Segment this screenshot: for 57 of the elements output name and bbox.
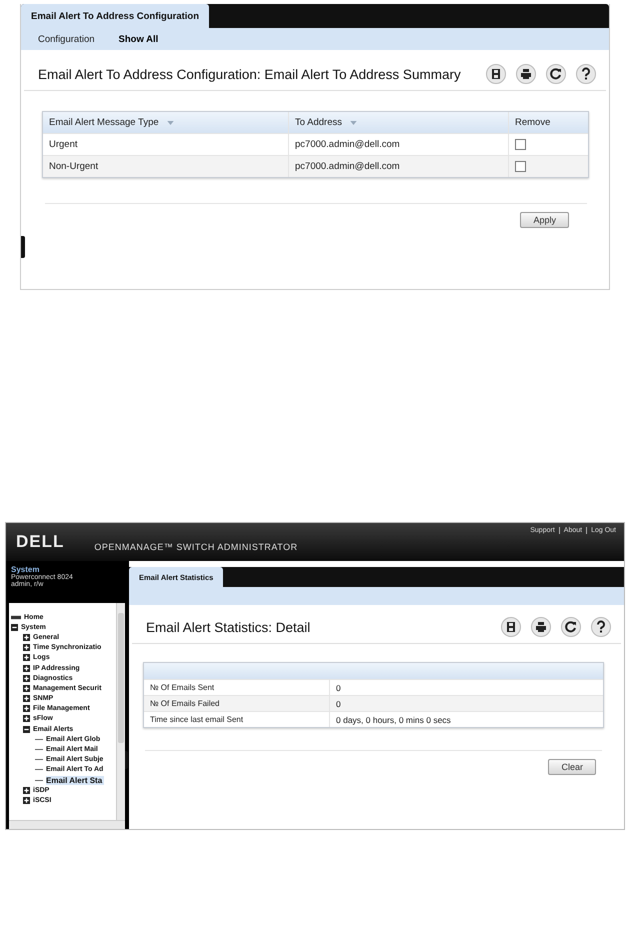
expander-icon[interactable] (23, 664, 30, 672)
expander-icon[interactable] (11, 624, 18, 631)
table-cell: № Of Emails Sent (150, 683, 214, 692)
table-cell: pc7000.admin@dell.com (295, 161, 400, 172)
expander-icon[interactable] (23, 684, 30, 692)
page-heading: Email Alert Statistics: Detail (146, 620, 310, 634)
table-cell: 0 (336, 698, 341, 708)
expander-icon[interactable] (23, 634, 30, 641)
save-icon[interactable] (486, 64, 506, 84)
table-cell: Urgent (49, 139, 78, 150)
vertical-scrollbar[interactable] (116, 603, 125, 821)
remove-checkbox[interactable] (515, 139, 526, 150)
expander-icon[interactable] (23, 674, 30, 682)
column-header[interactable]: Remove (515, 117, 550, 128)
tree-item[interactable]: Email Alert Sta (46, 776, 104, 785)
print-icon[interactable] (531, 617, 551, 637)
table-cell: 0 (336, 682, 341, 692)
tree-connector (35, 749, 43, 750)
apply-button[interactable]: Apply (520, 212, 569, 228)
tree-connector (35, 738, 43, 740)
subnav-link[interactable]: Show All (118, 34, 158, 44)
expander-icon[interactable] (23, 705, 30, 712)
product-name: OPENMANAGE™ SWITCH ADMINISTRATOR (94, 542, 298, 552)
help-icon[interactable] (591, 617, 611, 637)
expander-icon[interactable] (23, 654, 30, 662)
home-icon (11, 614, 21, 620)
print-icon[interactable] (516, 64, 536, 84)
tab[interactable]: Email Alert To Address Configuration (21, 4, 210, 28)
page-heading: Email Alert To Address Configuration: Email Alert To Address Summary (38, 66, 461, 82)
expander-icon[interactable] (23, 796, 30, 804)
expander-icon[interactable] (23, 726, 30, 733)
clear-button[interactable]: Clear (548, 759, 596, 775)
refresh-icon[interactable] (561, 617, 581, 637)
table-cell: 0 days, 0 hours, 0 mins 0 secs (336, 714, 451, 724)
column-header[interactable]: Email Alert Message Type (49, 117, 159, 128)
save-icon[interactable] (501, 617, 521, 637)
column-header[interactable]: To Address (295, 117, 342, 128)
expander-icon[interactable] (23, 715, 30, 722)
horizontal-scrollbar[interactable] (9, 820, 125, 829)
resize-handle[interactable] (21, 236, 25, 258)
logo: DELL (16, 532, 64, 552)
expander-icon[interactable] (23, 644, 30, 652)
table-cell: Time since last email Sent (150, 715, 244, 724)
expander-icon[interactable] (23, 786, 30, 794)
tree-connector (35, 759, 43, 760)
remove-checkbox[interactable] (515, 161, 526, 172)
table-cell: pc7000.admin@dell.com (295, 139, 400, 150)
subnav-link[interactable]: Configuration (38, 34, 95, 44)
help-icon[interactable] (576, 64, 596, 84)
expander-icon[interactable] (23, 695, 30, 702)
tree-connector (35, 769, 43, 770)
tree-connector (35, 780, 43, 781)
resize-handle[interactable] (125, 751, 128, 769)
table-cell: № Of Emails Failed (150, 699, 220, 708)
device-title: System (11, 565, 40, 574)
refresh-icon[interactable] (546, 64, 566, 84)
table-cell: Non-Urgent (49, 161, 98, 172)
